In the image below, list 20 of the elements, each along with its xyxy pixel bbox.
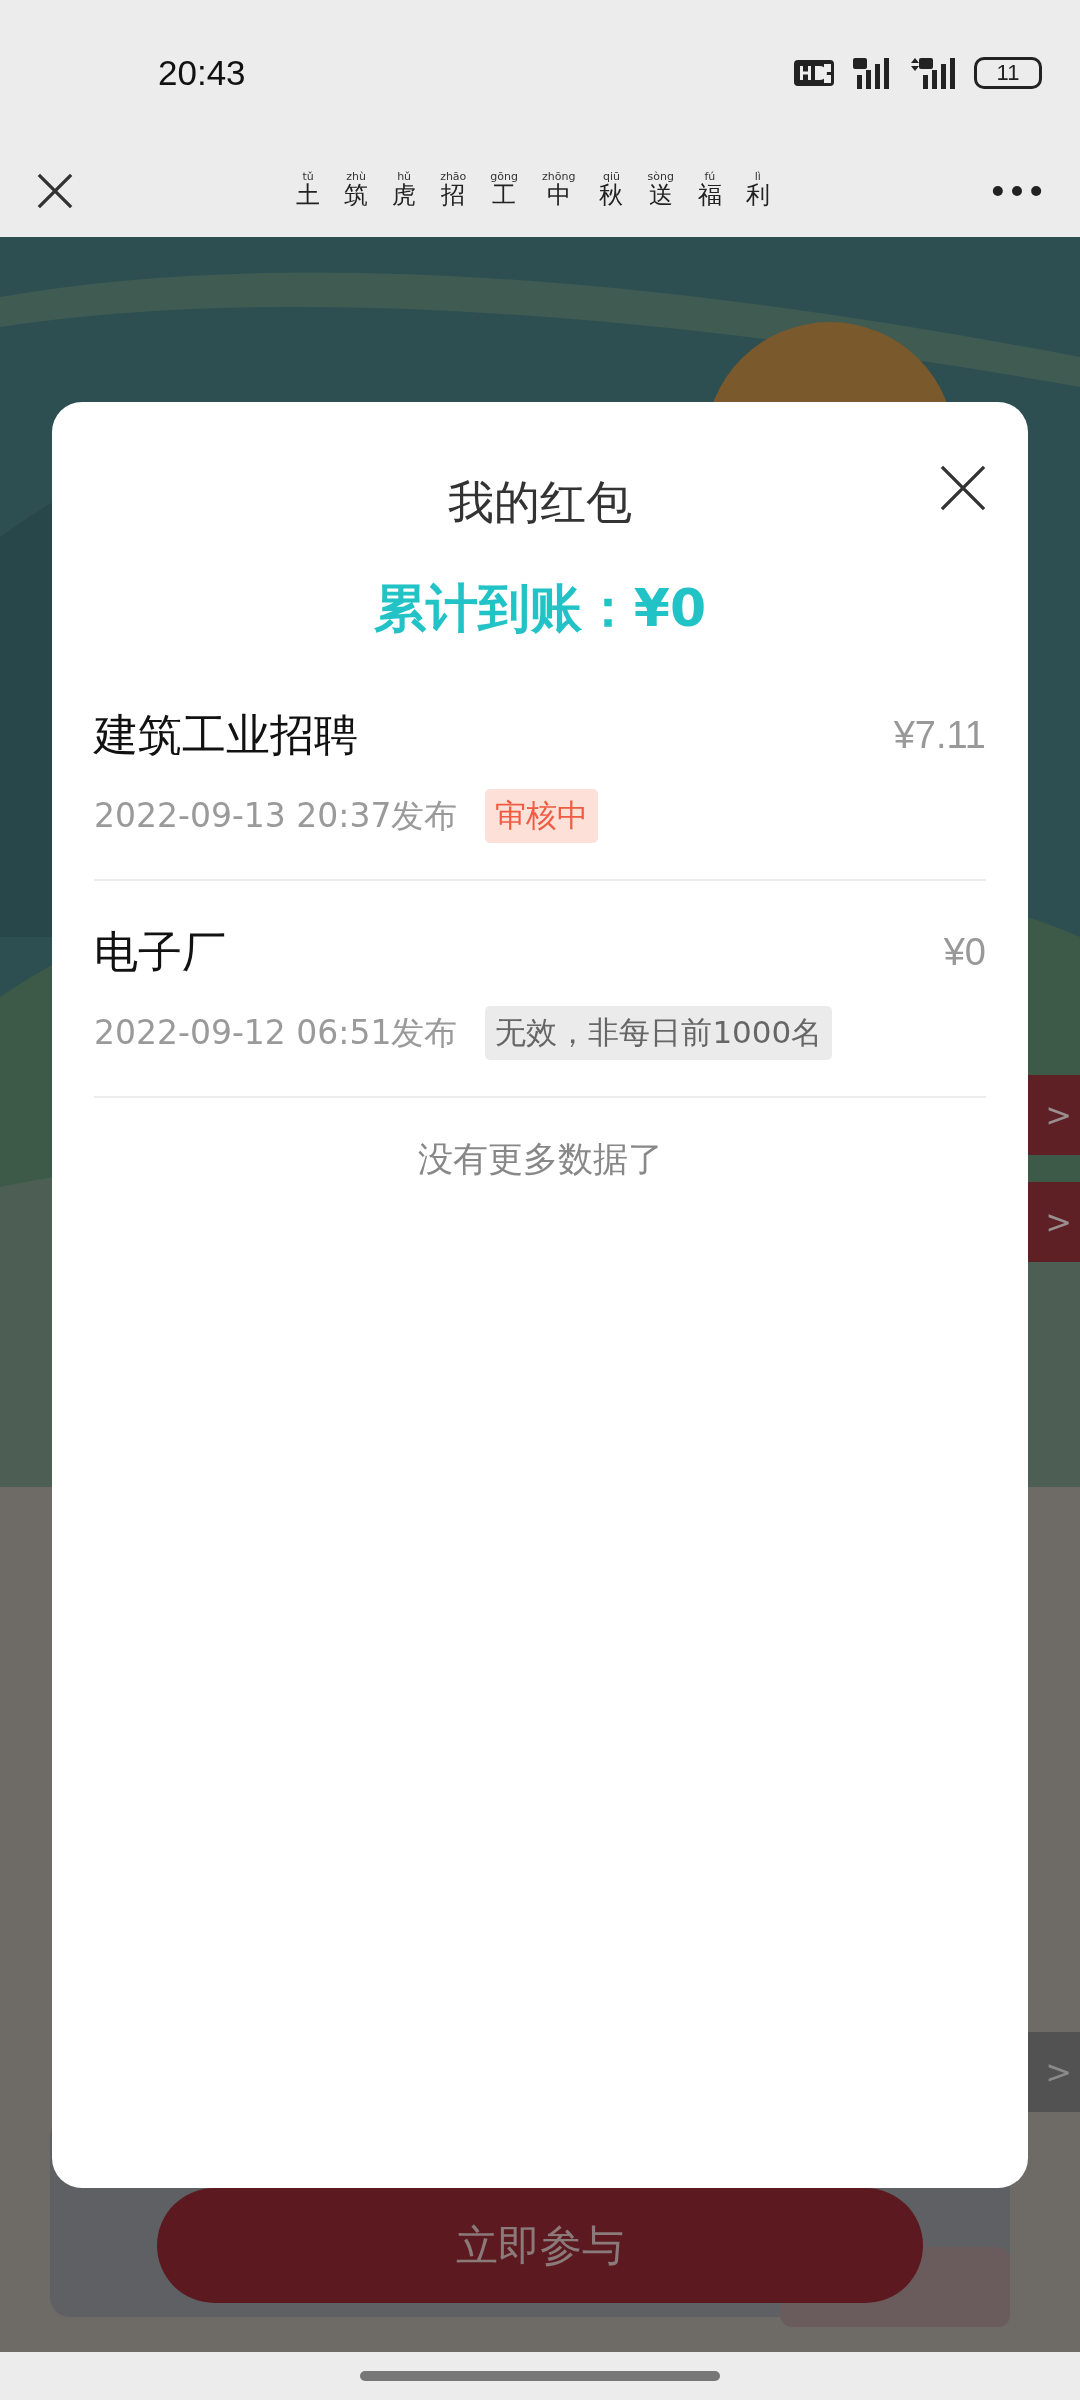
more-icon[interactable] xyxy=(992,185,1042,197)
side-tab[interactable]: > xyxy=(1028,1182,1080,1262)
item-title: 电子厂 xyxy=(94,925,226,979)
clock-time: 20:43 xyxy=(158,52,246,93)
item-amount: ¥7.11 xyxy=(893,714,986,757)
dialog-title: 我的红包 xyxy=(447,474,633,531)
status-tag: 审核中 xyxy=(485,789,599,843)
side-tab[interactable]: > xyxy=(1028,1075,1080,1155)
page-title: 土 tǔ 筑 zhù 虎 hǔ 招 zhāo 工 gōng 中 zhōng 秋 qiū 送 sòng 福 fú 利 lì xyxy=(296,171,770,211)
close-icon[interactable] xyxy=(36,172,74,210)
item-date: 2022-09-13 20:37发布 xyxy=(94,794,458,837)
close-icon[interactable] xyxy=(940,465,986,511)
status-tag: 无效，非每日前1000名 xyxy=(485,1006,833,1060)
item-title: 建筑工业招聘 xyxy=(94,708,358,762)
total-amount: 累计到账：¥0 xyxy=(372,577,708,640)
item-date: 2022-09-12 06:51发布 xyxy=(94,1011,458,1054)
join-button[interactable]: 立即参与 xyxy=(157,2188,923,2303)
end-note: 没有更多数据了 xyxy=(416,1138,664,1181)
battery-icon: 11 xyxy=(974,56,1042,89)
item-amount: ¥0 xyxy=(943,931,986,974)
